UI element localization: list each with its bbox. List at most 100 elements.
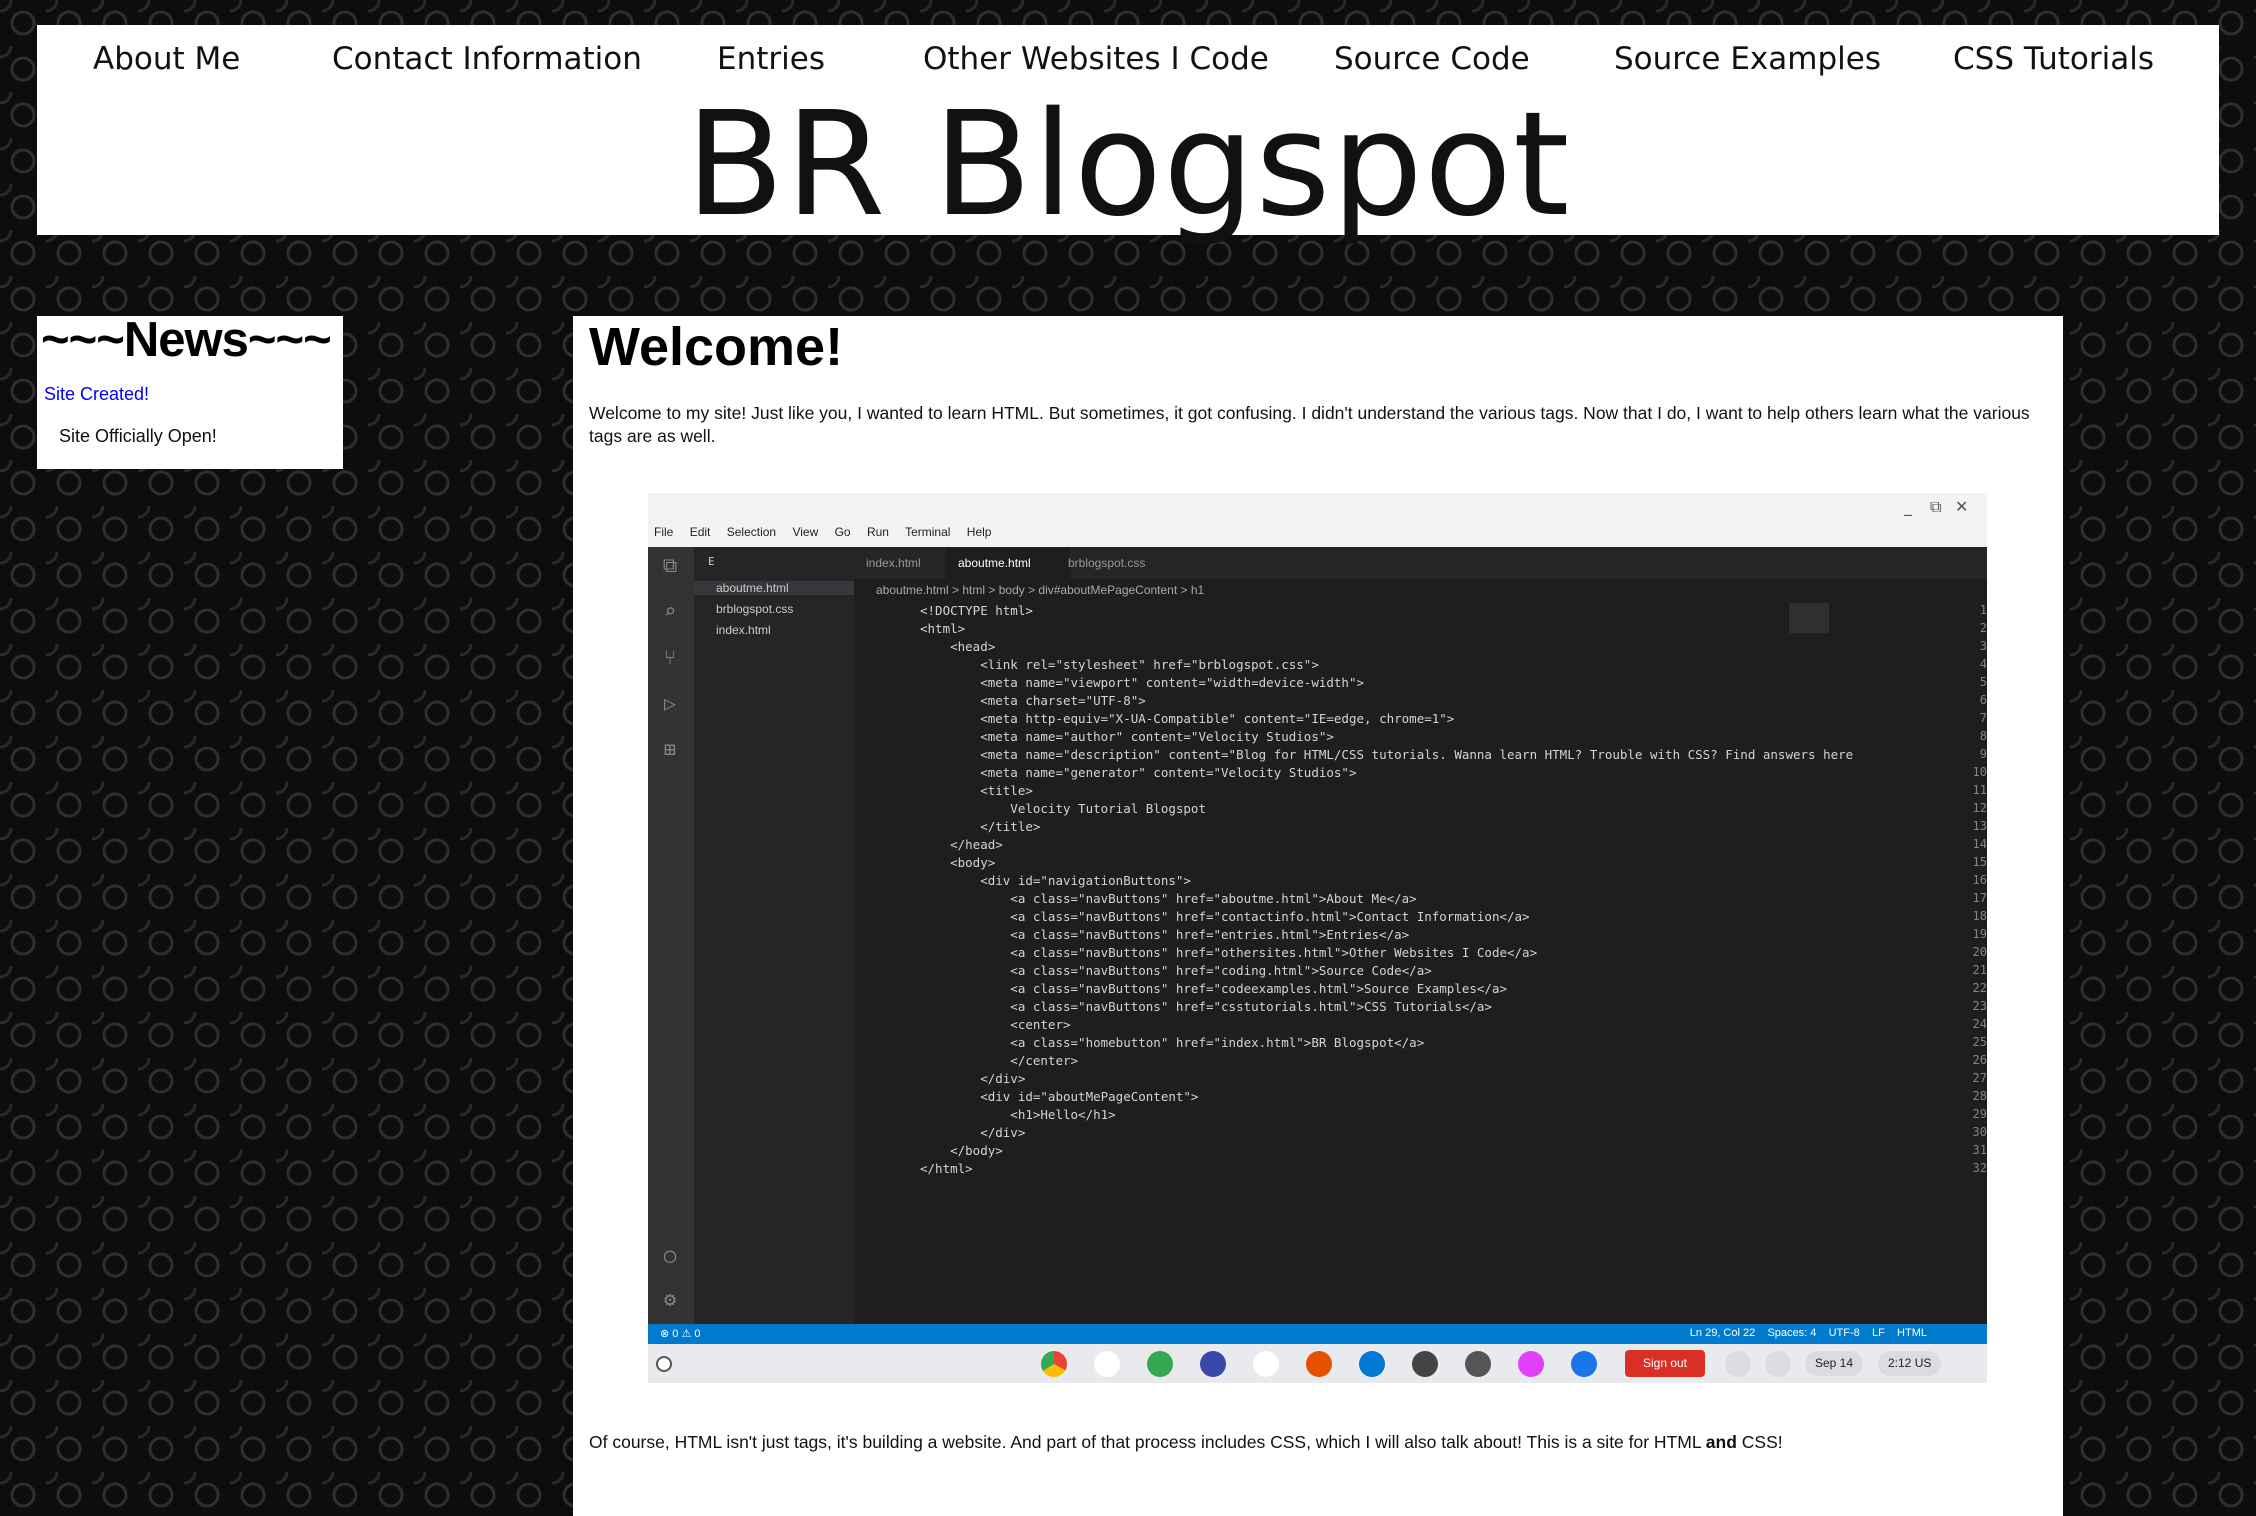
line-number: 16 [1972, 873, 1987, 887]
menu-bar: File Edit Selection View Go Run Terminal… [654, 525, 1004, 539]
problems-count: ⊗ 0 ⚠ 0 [660, 1328, 701, 1340]
intro-paragraph: Welcome to my site! Just like you, I wan… [589, 403, 2030, 446]
line-number: 19 [1972, 927, 1987, 941]
news-panel: ~~~News~~~ Site Created! Site Officially… [37, 313, 343, 469]
code-line: <a class="navButtons" href="codeexamples… [920, 981, 1507, 996]
code-line: <a class="navButtons" href="coding.html"… [920, 963, 1432, 978]
code-line: <a class="navButtons" href="aboutme.html… [920, 891, 1417, 906]
pen-icon [1725, 1351, 1751, 1377]
nav-source-examples[interactable]: Source Examples [1614, 41, 1881, 77]
files-icon: ⧉ [662, 553, 678, 577]
explorer-sidebar: E aboutme.html brblogspot.css index.html [694, 547, 854, 1324]
menu-help: Help [966, 525, 992, 539]
source-control-icon: ⑂ [664, 645, 676, 669]
line-number: 13 [1972, 819, 1987, 833]
code-line: <meta name="viewport" content="width=dev… [920, 675, 1365, 690]
nav-bar: About Me Contact Information Entries Oth… [37, 25, 2219, 85]
tab-index: index.html [866, 556, 921, 570]
code-line: <meta name="generator" content="Velocity… [920, 765, 1357, 780]
search-icon: ⌕ [663, 599, 677, 623]
line-number: 4 [1979, 657, 1987, 671]
explorer-label: E [708, 555, 715, 568]
code-line: <body> [920, 855, 996, 870]
code-line: <h1>Hello</h1> [920, 1107, 1116, 1122]
close-icon: ✕ [1955, 497, 1969, 516]
line-number: 22 [1972, 981, 1987, 995]
line-number: 20 [1972, 945, 1987, 959]
nav-about-me[interactable]: About Me [93, 41, 240, 77]
line-number: 14 [1972, 837, 1987, 851]
line-number: 3 [1979, 639, 1987, 653]
line-number: 12 [1972, 801, 1987, 815]
files-app-icon [1571, 1351, 1597, 1377]
file-index: index.html [716, 623, 771, 637]
news-item: Site Officially Open! [59, 426, 217, 446]
audio-icon [1253, 1351, 1279, 1377]
sign-out-button: Sign out [1625, 1350, 1705, 1377]
code-line: <meta name="description" content="Blog f… [920, 747, 1854, 762]
window-titlebar: _ ⧉ ✕ File Edit Selection View Go Run Te… [648, 493, 1987, 547]
terminal-icon [1412, 1351, 1438, 1377]
code-line: <!DOCTYPE html> [920, 603, 1033, 618]
line-number: 30 [1972, 1125, 1987, 1139]
tab-brblogspot-css: brblogspot.css [1068, 556, 1146, 570]
line-number: 21 [1972, 963, 1987, 977]
line-number: 8 [1979, 729, 1987, 743]
time-tray: 2:12 US [1878, 1351, 1942, 1376]
minimize-icon: _ [1904, 497, 1912, 516]
code-line: <head> [920, 639, 996, 654]
account-icon: ◯ [663, 1243, 677, 1267]
menu-edit: Edit [689, 525, 711, 539]
code-line: <html> [920, 621, 966, 636]
nav-source-code[interactable]: Source Code [1334, 41, 1530, 77]
editor-tabs: index.html aboutme.html brblogspot.css [854, 547, 1987, 579]
line-number: 26 [1972, 1053, 1987, 1067]
code-line: </center> [920, 1053, 1079, 1068]
status-bar: ⊗ 0 ⚠ 0 Ln 29, Col 22 Spaces: 4 UTF-8 LF… [648, 1324, 1987, 1344]
line-number: 1 [1979, 603, 1987, 617]
nav-css-tutorials[interactable]: CSS Tutorials [1953, 41, 2154, 77]
code-line: <a class="navButtons" href="othersites.h… [920, 945, 1538, 960]
line-number: 5 [1979, 675, 1987, 689]
explorer-header: E [694, 547, 854, 579]
os-shelf: Sign out Sep 14 2:12 US [648, 1344, 1987, 1383]
line-number: 27 [1972, 1071, 1987, 1085]
code-line: <link rel="stylesheet" href="brblogspot.… [920, 657, 1319, 672]
code-line: <a class="navButtons" href="csstutorials… [920, 999, 1492, 1014]
line-number: 10 [1972, 765, 1987, 779]
menu-file: File [654, 525, 674, 539]
kotlin-icon [1200, 1351, 1226, 1377]
tab-aboutme: aboutme.html [946, 547, 1070, 579]
code-line: </head> [920, 837, 1003, 852]
linux-icon [1465, 1351, 1491, 1377]
nav-other-websites[interactable]: Other Websites I Code [923, 41, 1269, 77]
code-line: <a class="navButtons" href="contactinfo.… [920, 909, 1530, 924]
nav-contact-information[interactable]: Contact Information [332, 41, 642, 77]
line-number: 25 [1972, 1035, 1987, 1049]
line-number: 18 [1972, 909, 1987, 923]
code-line: <meta name="author" content="Velocity St… [920, 729, 1334, 744]
line-number: 17 [1972, 891, 1987, 905]
news-link[interactable]: Site Created! [44, 384, 149, 405]
line-number: 24 [1972, 1017, 1987, 1031]
site-header: About Me Contact Information Entries Oth… [37, 25, 2219, 239]
line-number: 6 [1979, 693, 1987, 707]
line-number: 23 [1972, 999, 1987, 1013]
line-number: 2 [1979, 621, 1987, 635]
site-title-link[interactable]: BR Blogspot [37, 89, 2219, 239]
code-line: <center> [920, 1017, 1071, 1032]
gear-icon: ⚙ [663, 1287, 677, 1311]
menu-view: View [792, 525, 819, 539]
main-content: Welcome! Welcome to my site! Just like y… [573, 316, 2063, 1516]
menu-selection: Selection [726, 525, 777, 539]
line-number: 29 [1972, 1107, 1987, 1121]
app2-icon [1518, 1351, 1544, 1377]
editor-screenshot: _ ⧉ ✕ File Edit Selection View Go Run Te… [648, 493, 1987, 1383]
breadcrumb: aboutme.html > html > body > div#aboutMe… [876, 583, 1205, 597]
code-line: <a class="homebutton" href="index.html">… [920, 1035, 1425, 1050]
menu-go: Go [834, 525, 851, 539]
activity-bar: ⧉ ⌕ ⑂ ▷ ⊞ ◯ ⚙ [648, 547, 694, 1324]
menu-run: Run [866, 525, 889, 539]
nav-entries[interactable]: Entries [717, 41, 825, 77]
date-tray: Sep 14 [1805, 1351, 1864, 1376]
